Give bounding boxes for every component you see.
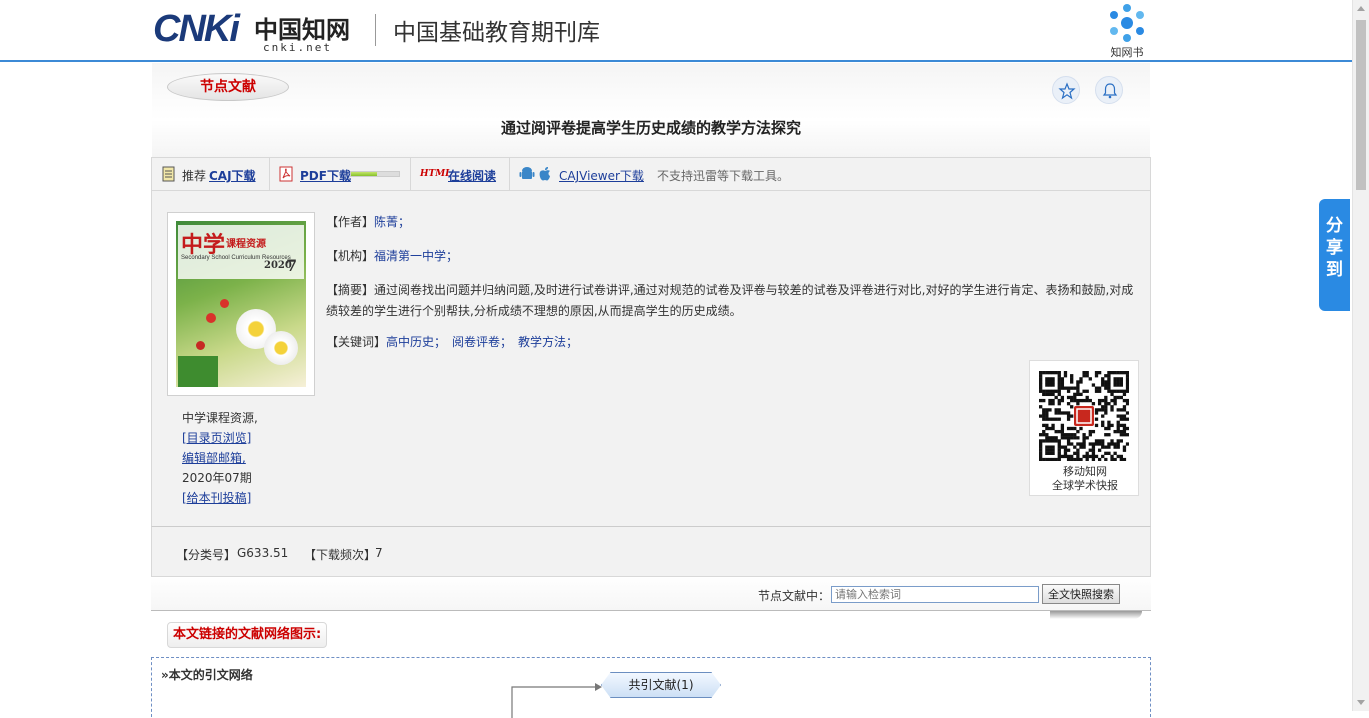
author-link[interactable]: 陈菁；	[374, 215, 410, 229]
leaf-decoration	[178, 356, 218, 387]
keyword-link[interactable]: 教学方法；	[518, 335, 578, 349]
flower-decoration	[264, 331, 298, 365]
author-key: 【作者】	[326, 215, 375, 229]
header-divider	[375, 14, 376, 46]
apple-icon	[538, 166, 552, 185]
journal-issue: 2020年07期	[182, 471, 252, 485]
journal-info: 中学课程资源, [目录页浏览] 编辑部邮箱, 2020年07期 [给本刊投稿]	[182, 408, 258, 508]
search-label: 节点文献中：	[758, 589, 831, 603]
citation-network-header: »本文的引文网络	[161, 668, 253, 682]
qr-caption-2: 全球学术快报	[1052, 479, 1118, 492]
zhiwangshu-label: 知网书	[1110, 46, 1144, 59]
separator	[269, 158, 270, 190]
site-header: CNKi 中国知网 cnki.net 中国基础教育期刊库 知网书	[0, 0, 1352, 62]
search-input[interactable]	[831, 586, 1039, 603]
database-title: 中国基础教育期刊库	[393, 20, 600, 46]
journal-cover[interactable]: 中学 课程资源 Secondary School Curriculum Reso…	[167, 212, 315, 396]
qr-caption-1: 移动知网	[1063, 465, 1107, 478]
caj-download-link[interactable]: CAJ下载	[209, 167, 256, 184]
keywords-key: 【关键词】	[326, 335, 387, 349]
share-char-3: 到	[1326, 260, 1343, 280]
logo-cnki-text: CNKi	[153, 8, 240, 50]
subscribe-button[interactable]	[1095, 76, 1123, 104]
editor-email-link[interactable]: 编辑部邮箱,	[182, 451, 246, 465]
share-button[interactable]: 分 享 到	[1319, 199, 1350, 311]
html-read-link[interactable]: 在线阅读	[448, 167, 496, 184]
node-document-badge: 节点文献	[167, 73, 289, 101]
favorite-button[interactable]	[1052, 76, 1080, 104]
article-fields: 【作者】陈菁； 【机构】福清第一中学； 【摘要】通过阅卷找出问题并归纳问题,及时…	[326, 212, 1136, 366]
cnki-logo[interactable]: CNKi 中国知网 cnki.net	[153, 8, 363, 56]
separator	[410, 158, 411, 190]
cover-title-band: 中学 课程资源 Secondary School Curriculum Reso…	[178, 225, 304, 279]
download-count-key: 【下载频次】	[304, 548, 377, 562]
citation-network-panel: »本文的引文网络 共引文献(1)	[151, 657, 1151, 718]
scroll-up-icon[interactable]	[1357, 6, 1365, 11]
class-key: 【分类号】	[176, 548, 237, 562]
recommend-label: 推荐	[182, 169, 207, 183]
journal-name: 中学课程资源,	[182, 411, 258, 425]
cover-issue: 7	[286, 256, 298, 275]
org-key: 【机构】	[326, 249, 375, 263]
scrollbar-thumb[interactable]	[1356, 20, 1366, 190]
mobile-qr-panel: 移动知网 全球学术快报	[1029, 360, 1139, 496]
share-char-1: 分	[1326, 216, 1343, 236]
scroll-down-icon[interactable]	[1357, 700, 1365, 705]
download-note: 不支持迅雷等下载工具。	[657, 169, 790, 183]
fulltext-search-button[interactable]: 全文快照搜索	[1042, 584, 1120, 604]
berry-decoration	[206, 313, 216, 323]
html-icon: HTML	[420, 169, 452, 179]
pdf-icon	[279, 166, 293, 185]
logo-chinese-text: 中国知网	[254, 15, 350, 44]
keyword-link[interactable]: 高中历史；	[386, 335, 446, 349]
article-title: 通过阅评卷提高学生历史成绩的教学方法探究	[500, 119, 801, 137]
classification-panel: 【分类号】 G633.51 【下载频次】 7	[151, 527, 1151, 577]
page-scrollbar[interactable]	[1352, 0, 1369, 711]
node-search-bar: 节点文献中： 全文快照搜索	[151, 577, 1151, 611]
download-count: 7	[375, 546, 383, 560]
berry-decoration	[220, 299, 229, 308]
pdf-progress-fill	[351, 172, 378, 176]
abstract-text: 通过阅卷找出问题并归纳问题,及时进行试卷讲评,通过对规范的试卷及评卷与较差的试卷…	[326, 283, 1134, 318]
download-bar: 推荐 CAJ下载 PDF下载 HTML 在线阅读 CAJViewer下载 不支持…	[151, 157, 1151, 191]
network-section-title: 本文链接的文献网络图示:	[167, 622, 328, 648]
abstract-key: 【摘要】	[326, 283, 375, 297]
connector-arrow	[511, 683, 602, 718]
book-icon	[162, 166, 176, 185]
cajviewer-download-link[interactable]: CAJViewer下载	[559, 167, 644, 184]
berry-decoration	[196, 341, 205, 350]
pdf-progress-bar	[350, 171, 400, 177]
bell-icon	[1102, 83, 1118, 99]
separator	[509, 158, 510, 190]
android-icon	[519, 166, 535, 185]
keyword-link[interactable]: 阅卷评卷；	[452, 335, 512, 349]
cover-image: 中学 课程资源 Secondary School Curriculum Reso…	[176, 221, 306, 387]
article-header: 节点文献 通过阅评卷提高学生历史成绩的教学方法探究	[152, 63, 1150, 158]
star-icon	[1058, 82, 1076, 100]
zhiwangshu-logo[interactable]: 知网书	[1104, 2, 1150, 59]
qr-code-icon	[1039, 371, 1129, 461]
zhiwangshu-icon	[1110, 4, 1144, 42]
article-info-panel: 中学 课程资源 Secondary School Curriculum Reso…	[151, 191, 1151, 527]
share-char-2: 享	[1326, 238, 1343, 258]
panel-shadow	[1050, 611, 1142, 619]
logo-domain-text: cnki.net	[263, 41, 332, 54]
submit-paper-link[interactable]: [给本刊投稿]	[182, 491, 251, 505]
pdf-download-link[interactable]: PDF下载	[300, 167, 351, 184]
class-code: G633.51	[237, 546, 289, 560]
co-citation-node[interactable]: 共引文献(1)	[601, 672, 721, 698]
cover-subtitle: 课程资源	[226, 239, 266, 250]
browse-toc-link[interactable]: [目录页浏览]	[182, 431, 251, 445]
org-link[interactable]: 福清第一中学；	[374, 249, 458, 263]
